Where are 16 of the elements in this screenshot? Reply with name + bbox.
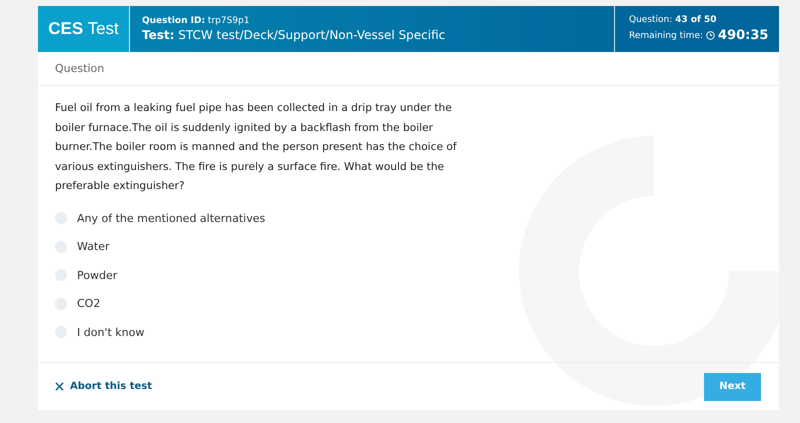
question-id: Question ID: trp7S9p1 bbox=[142, 16, 250, 26]
clock-icon bbox=[706, 31, 716, 40]
remaining-time: 490:35 bbox=[718, 28, 768, 43]
option-label[interactable]: Any of the mentioned alternatives bbox=[77, 212, 266, 225]
remaining-label: Remaining time: bbox=[629, 30, 704, 40]
option-label[interactable]: CO2 bbox=[77, 297, 100, 310]
option-label[interactable]: Powder bbox=[77, 268, 118, 282]
section-title: Question bbox=[38, 52, 779, 86]
close-icon bbox=[55, 382, 64, 391]
option-label[interactable]: Water bbox=[77, 240, 110, 254]
abort-link[interactable]: Abort this test bbox=[55, 381, 152, 392]
question-counter: Question: 43 of 50 bbox=[629, 15, 718, 25]
option-label[interactable]: I don't know bbox=[77, 326, 144, 339]
test-path: Test: STCW test/Deck/Support/Non-Vessel Specific bbox=[142, 28, 446, 42]
question-text: Fuel oil from a leaking fuel pipe has been collected in a drip tray under the boiler furnace.The oil is suddenly ignited by a backflash from the boiler burner.The boiler room is manned and the person present has the choice of various extinguishers. The fire is purely a surface fire. What would be the preferable extinguisher? bbox=[55, 101, 458, 194]
logo: CES Test bbox=[38, 6, 130, 52]
